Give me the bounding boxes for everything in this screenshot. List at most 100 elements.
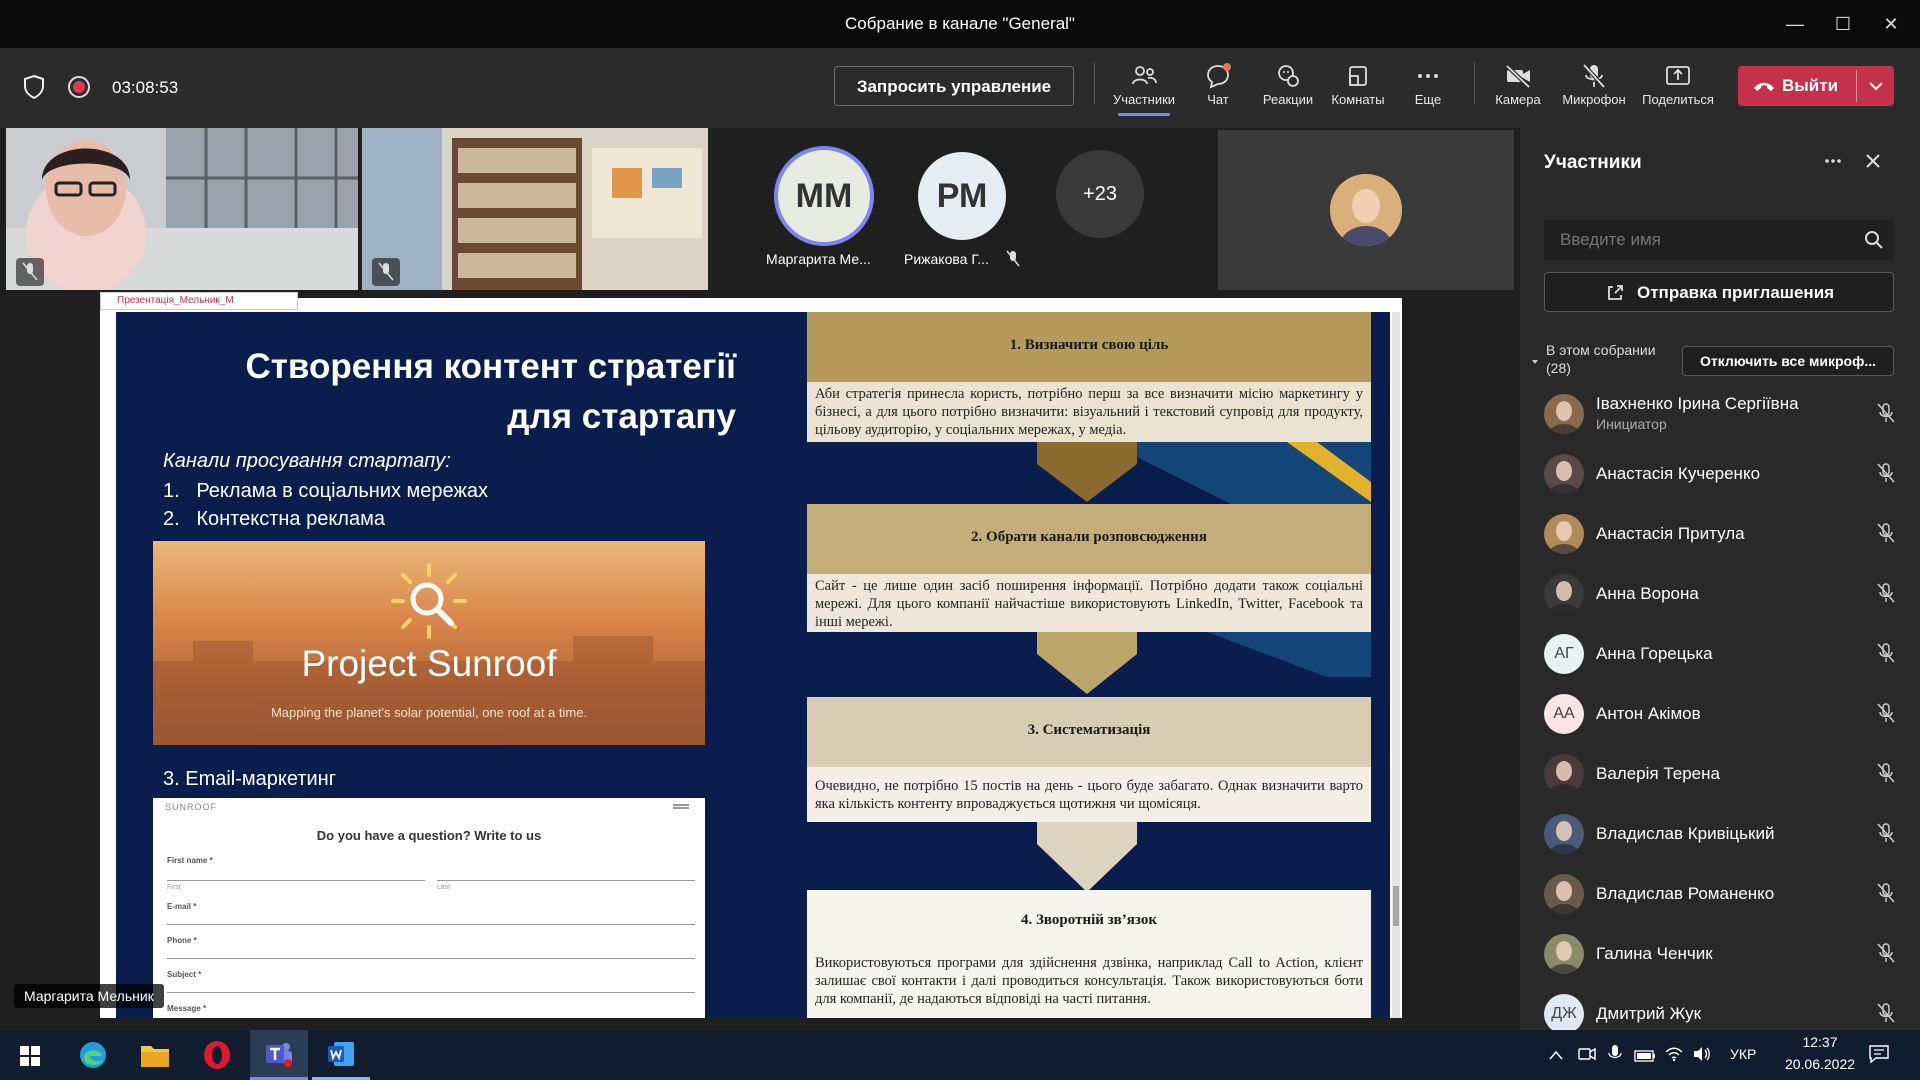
search-input[interactable]: [1544, 220, 1894, 260]
more-participants[interactable]: +23: [1056, 150, 1144, 238]
mic-off-icon[interactable]: [1876, 942, 1896, 969]
participant-row[interactable]: Владислав Кривіцький: [1544, 804, 1914, 864]
sun-search-icon: [391, 563, 467, 639]
mic-off-icon[interactable]: [1876, 402, 1896, 429]
form-label: Phone *: [167, 936, 197, 945]
wifi-icon[interactable]: [1664, 1046, 1684, 1067]
steps-column: 1. Визначити свою ціль Аби стратегія при…: [807, 312, 1371, 1018]
participant-name: Валерія Терена: [1596, 764, 1720, 783]
clock-date[interactable]: 20.06.2022: [1774, 1056, 1866, 1072]
participant-row[interactable]: Владислав Романенко: [1544, 864, 1914, 924]
language-indicator[interactable]: УКР: [1730, 1046, 1756, 1062]
participant-role: Инициатор: [1596, 416, 1667, 432]
participant-row[interactable]: Анастасія Кучеренко: [1544, 444, 1914, 504]
participant-name: Владислав Романенко: [1596, 884, 1775, 903]
video-tile-2[interactable]: [362, 128, 708, 290]
step-4-text: Використовуються програми для здійснення…: [815, 955, 1363, 1007]
edge-icon[interactable]: [78, 1040, 108, 1075]
participants-button[interactable]: Участники: [1106, 58, 1182, 120]
microphone-button[interactable]: Микрофон: [1556, 58, 1632, 120]
document-tab[interactable]: Презентація_Мельник_М: [100, 292, 298, 310]
chevron-down-icon[interactable]: [1866, 76, 1886, 101]
participant-name: Анна Горецька: [1596, 644, 1713, 663]
avatar[interactable]: ММ: [778, 150, 870, 242]
camera-off-icon: [1505, 64, 1531, 89]
camera-button[interactable]: Камера: [1480, 58, 1556, 120]
participant-row[interactable]: Івахненко Ірина Сергіївна Инициатор: [1544, 384, 1914, 444]
reactions-button[interactable]: Реакции: [1250, 58, 1326, 120]
participant-row[interactable]: Валерія Терена: [1544, 744, 1914, 804]
word-icon: [328, 1042, 354, 1066]
clock-time[interactable]: 12:37: [1774, 1034, 1866, 1050]
step-1-text: Аби стратегія принесла користь, потрібно…: [815, 386, 1363, 438]
mic-off-icon[interactable]: [1876, 582, 1896, 609]
teams-taskbar-item[interactable]: [250, 1030, 308, 1080]
mic-off-icon[interactable]: [1876, 702, 1896, 729]
search-icon[interactable]: [1864, 230, 1884, 250]
meeting-timer: 03:08:53: [112, 78, 179, 97]
close-icon[interactable]: ✕: [1862, 0, 1920, 48]
share-label: Поделиться: [1642, 92, 1714, 107]
form-logo: SUNROOF: [165, 802, 217, 812]
avatar: [1544, 574, 1584, 614]
participant-row[interactable]: Анна Ворона: [1544, 564, 1914, 624]
mic-off-icon[interactable]: [1876, 522, 1896, 549]
sunroof-banner: Project Sunroof Mapping the planet's sol…: [153, 541, 705, 745]
windows-start-icon[interactable]: [20, 1046, 40, 1071]
share-button[interactable]: Поделиться: [1640, 58, 1716, 120]
participant-row[interactable]: АГ Анна Горецька: [1544, 624, 1914, 684]
request-control-button[interactable]: Запросить управление: [834, 66, 1074, 106]
folder-icon[interactable]: [140, 1042, 170, 1073]
avatar: [1544, 754, 1584, 794]
meet-now-icon[interactable]: [1578, 1046, 1596, 1067]
mic-off-icon[interactable]: [1876, 1002, 1896, 1029]
volume-icon[interactable]: [1692, 1046, 1712, 1067]
contact-form-image: SUNROOF Do you have a question? Write to…: [153, 798, 705, 1018]
opera-icon[interactable]: [202, 1040, 232, 1075]
participant-name: Анастасія Кучеренко: [1596, 464, 1761, 483]
word-taskbar-item[interactable]: [312, 1030, 370, 1080]
chat-button[interactable]: Чат: [1180, 58, 1256, 120]
people-icon: [1132, 66, 1157, 85]
rooms-button[interactable]: Комнаты: [1320, 58, 1396, 120]
form-line: [437, 880, 695, 881]
avatar: [1544, 514, 1584, 554]
close-panel-icon[interactable]: [1864, 152, 1882, 175]
share-link-icon: [1608, 285, 1623, 300]
channel-item-2: 2. Контекстна реклама: [163, 508, 385, 530]
mute-all-button[interactable]: Отключить все микроф...: [1682, 346, 1894, 376]
avatar: АГ: [1544, 634, 1584, 674]
microphone-tray-icon[interactable]: [1608, 1044, 1622, 1069]
invite-button[interactable]: Отправка приглашения: [1544, 272, 1894, 312]
mic-off-icon[interactable]: [1876, 822, 1896, 849]
step-1-header: 1. Визначити свою ціль: [807, 312, 1371, 382]
participant-row[interactable]: Анастасія Притула: [1544, 504, 1914, 564]
hangup-icon: [1752, 78, 1776, 99]
more-options-icon[interactable]: [1822, 150, 1844, 177]
participant-row[interactable]: АА Антон Акімов: [1544, 684, 1914, 744]
mic-off-icon[interactable]: [1876, 462, 1896, 489]
reactions-icon: [1278, 65, 1299, 87]
speaker-name-label: Маргарита Мельник: [14, 984, 164, 1008]
participant-row[interactable]: Галина Ченчик: [1544, 924, 1914, 984]
avatar[interactable]: РМ: [918, 152, 1006, 240]
sunroof-subtitle: Mapping the planet's solar potential, on…: [270, 705, 588, 720]
toolbar-divider: [1094, 62, 1095, 104]
mic-off-icon: [1006, 250, 1020, 273]
collapse-icon[interactable]: [1530, 354, 1540, 372]
mic-off-icon[interactable]: [1876, 762, 1896, 789]
more-button[interactable]: Еще: [1390, 58, 1466, 120]
notifications-icon[interactable]: [1868, 1044, 1890, 1069]
camera-label: Камера: [1495, 92, 1541, 107]
search-field[interactable]: [1544, 220, 1844, 260]
video-tile-1[interactable]: [6, 128, 358, 290]
muted-mic-icon: [372, 258, 400, 286]
step-4-block: 4. Зворотній зв’язок Використовуються пр…: [807, 890, 1371, 1018]
menu-icon: [673, 804, 689, 806]
mic-off-icon[interactable]: [1876, 642, 1896, 669]
slide-subtitle: Канали просування стартапу:: [163, 450, 451, 472]
scrollbar-thumb[interactable]: [1393, 886, 1399, 926]
mic-off-icon[interactable]: [1876, 882, 1896, 909]
rooms-icon: [1349, 66, 1367, 86]
chevron-up-icon[interactable]: [1548, 1048, 1564, 1066]
